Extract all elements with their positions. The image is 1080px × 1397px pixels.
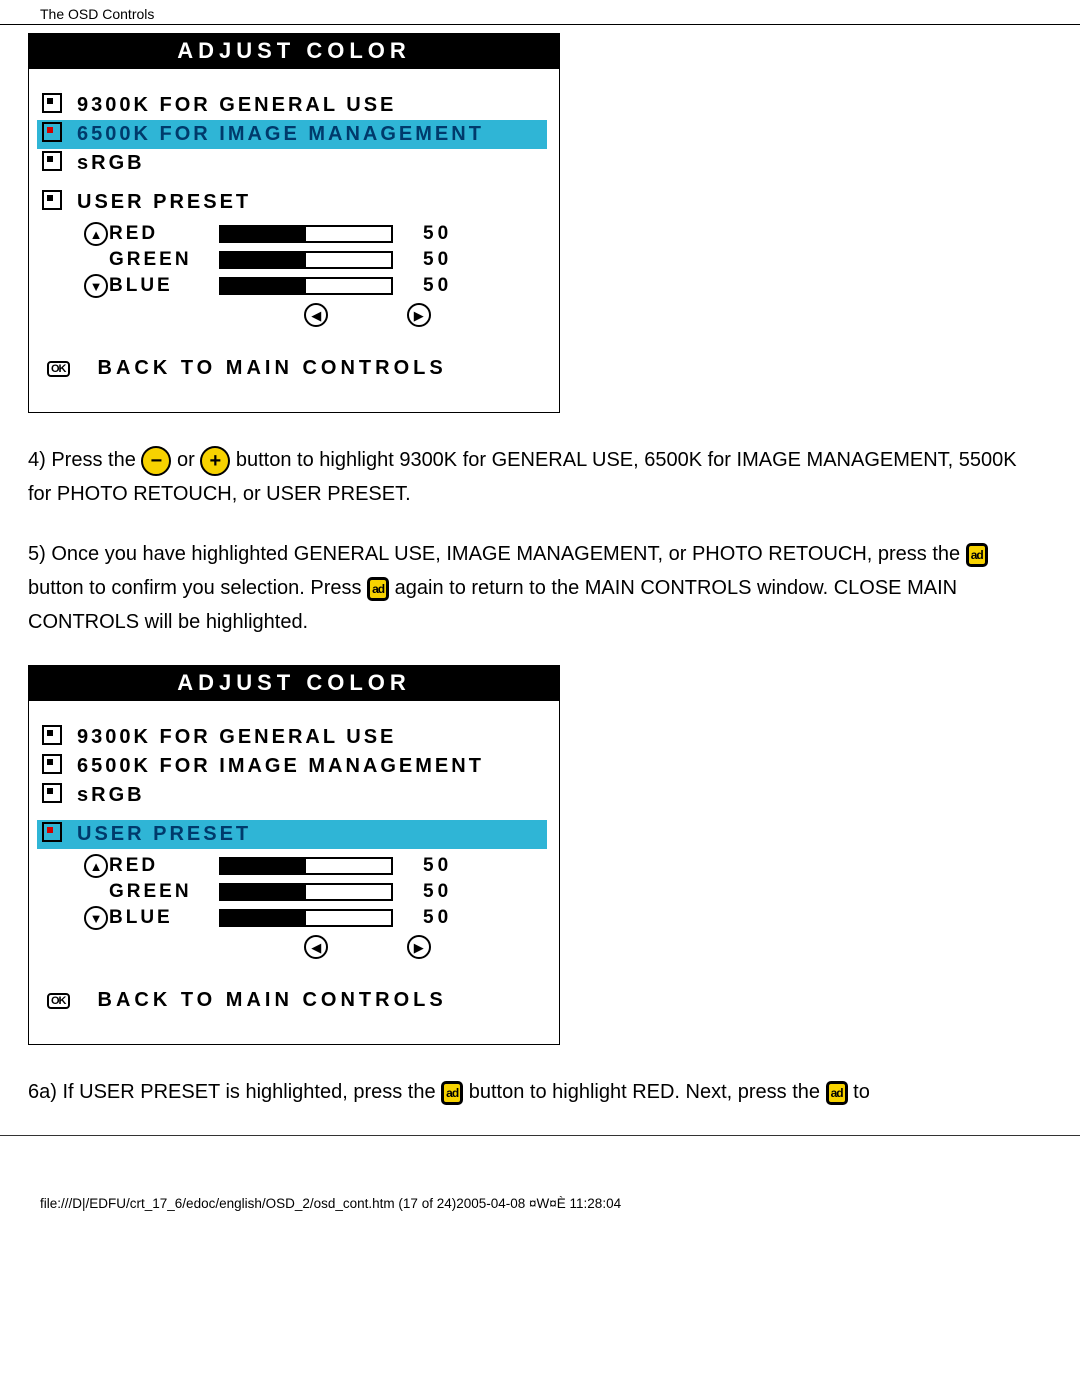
rgb-value: 50	[423, 855, 463, 877]
back-label: BACK TO MAIN CONTROLS	[88, 357, 447, 380]
text: 4) Press the	[28, 449, 141, 471]
rgb-name: GREEN	[109, 881, 219, 903]
plus-button-icon: +	[200, 446, 230, 476]
checkbox-icon	[37, 754, 67, 779]
rgb-row-blue: ▼ BLUE 50	[83, 905, 547, 931]
rgb-block: ▲ RED 50 GREEN 50 ▼ BLUE 50	[37, 217, 547, 327]
osd-item-label: 6500K FOR IMAGE MANAGEMENT	[67, 755, 484, 778]
rgb-name: RED	[109, 855, 219, 877]
osd-title: ADJUST COLOR	[29, 666, 559, 701]
checkbox-icon	[37, 122, 67, 147]
rgb-row-blue: ▼ BLUE 50	[83, 273, 547, 299]
text: 5) Once you have highlighted GENERAL USE…	[28, 543, 966, 565]
osd-footer[interactable]: OK BACK TO MAIN CONTROLS	[37, 327, 547, 406]
page-footer: file:///D|/EDFU/crt_17_6/edoc/english/OS…	[0, 1136, 1080, 1219]
slider-green[interactable]	[219, 251, 393, 269]
osd-panel-2: ADJUST COLOR 9300K FOR GENERAL USE 6500K…	[28, 665, 560, 1045]
rgb-name: BLUE	[109, 275, 219, 297]
rgb-block: ▲ RED 50 GREEN 50 ▼ BLUE 50	[37, 849, 547, 959]
osd-item-6500k[interactable]: 6500K FOR IMAGE MANAGEMENT	[37, 120, 547, 149]
rgb-value: 50	[423, 275, 463, 297]
up-arrow-icon[interactable]: ▲	[83, 854, 109, 878]
ok-button-icon: ad	[966, 543, 988, 567]
down-arrow-icon[interactable]: ▼	[83, 274, 109, 298]
osd-item-srgb[interactable]: sRGB	[37, 781, 547, 810]
back-label: BACK TO MAIN CONTROLS	[88, 989, 447, 1012]
checkbox-icon	[37, 93, 67, 118]
osd-item-label: USER PRESET	[67, 191, 251, 214]
slider-green[interactable]	[219, 883, 393, 901]
ok-button-icon: ad	[826, 1081, 848, 1105]
ok-button-icon: ad	[367, 577, 389, 601]
osd-item-label: 6500K FOR IMAGE MANAGEMENT	[67, 123, 484, 146]
osd-panel-1: ADJUST COLOR 9300K FOR GENERAL USE 6500K…	[28, 33, 560, 413]
osd-footer[interactable]: OK BACK TO MAIN CONTROLS	[37, 959, 547, 1038]
rgb-row-red: ▲ RED 50	[83, 221, 547, 247]
right-arrow-icon[interactable]: ▶	[407, 303, 431, 327]
checkbox-icon	[37, 725, 67, 750]
checkbox-icon	[37, 783, 67, 808]
osd-body: 9300K FOR GENERAL USE 6500K FOR IMAGE MA…	[29, 69, 559, 412]
checkbox-icon	[37, 151, 67, 176]
rgb-value: 50	[423, 223, 463, 245]
rgb-name: GREEN	[109, 249, 219, 271]
slider-blue[interactable]	[219, 277, 393, 295]
rgb-value: 50	[423, 881, 463, 903]
text: button to confirm you selection. Press	[28, 577, 367, 599]
content: ADJUST COLOR 9300K FOR GENERAL USE 6500K…	[0, 25, 1080, 1109]
page-header: The OSD Controls	[0, 0, 1080, 24]
rgb-row-red: ▲ RED 50	[83, 853, 547, 879]
rgb-value: 50	[423, 907, 463, 929]
slider-red[interactable]	[219, 225, 393, 243]
rgb-row-green: GREEN 50	[83, 247, 547, 273]
rgb-name: BLUE	[109, 907, 219, 929]
nav-arrows: ◀ ▶	[265, 299, 470, 327]
step-6a: 6a) If USER PRESET is highlighted, press…	[28, 1075, 1040, 1109]
osd-item-6500k[interactable]: 6500K FOR IMAGE MANAGEMENT	[37, 752, 547, 781]
osd-item-user-preset[interactable]: USER PRESET	[37, 820, 547, 849]
checkbox-icon	[37, 190, 67, 215]
osd-title: ADJUST COLOR	[29, 34, 559, 69]
osd-item-label: 9300K FOR GENERAL USE	[67, 94, 396, 117]
right-arrow-icon[interactable]: ▶	[407, 935, 431, 959]
checkbox-icon	[37, 822, 67, 847]
nav-arrows: ◀ ▶	[265, 931, 470, 959]
step-5: 5) Once you have highlighted GENERAL USE…	[28, 537, 1040, 639]
down-arrow-icon[interactable]: ▼	[83, 906, 109, 930]
osd-body: 9300K FOR GENERAL USE 6500K FOR IMAGE MA…	[29, 701, 559, 1044]
osd-item-srgb[interactable]: sRGB	[37, 149, 547, 178]
slider-red[interactable]	[219, 857, 393, 875]
osd-item-9300k[interactable]: 9300K FOR GENERAL USE	[37, 91, 547, 120]
rgb-name: RED	[109, 223, 219, 245]
ok-icon: OK	[47, 993, 70, 1009]
minus-button-icon: −	[141, 446, 171, 476]
step-4: 4) Press the − or + button to highlight …	[28, 443, 1040, 511]
left-arrow-icon[interactable]: ◀	[304, 303, 328, 327]
rgb-value: 50	[423, 249, 463, 271]
ok-button-icon: ad	[441, 1081, 463, 1105]
osd-item-9300k[interactable]: 9300K FOR GENERAL USE	[37, 723, 547, 752]
text: to	[853, 1081, 870, 1103]
osd-item-label: 9300K FOR GENERAL USE	[67, 726, 396, 749]
osd-item-user-preset[interactable]: USER PRESET	[37, 188, 547, 217]
text: 6a) If USER PRESET is highlighted, press…	[28, 1081, 441, 1103]
up-arrow-icon[interactable]: ▲	[83, 222, 109, 246]
ok-icon: OK	[47, 361, 70, 377]
left-arrow-icon[interactable]: ◀	[304, 935, 328, 959]
rgb-row-green: GREEN 50	[83, 879, 547, 905]
osd-item-label: sRGB	[67, 152, 145, 175]
osd-item-label: sRGB	[67, 784, 145, 807]
slider-blue[interactable]	[219, 909, 393, 927]
text: or	[177, 449, 200, 471]
osd-item-label: USER PRESET	[67, 823, 251, 846]
text: button to highlight RED. Next, press the	[469, 1081, 826, 1103]
